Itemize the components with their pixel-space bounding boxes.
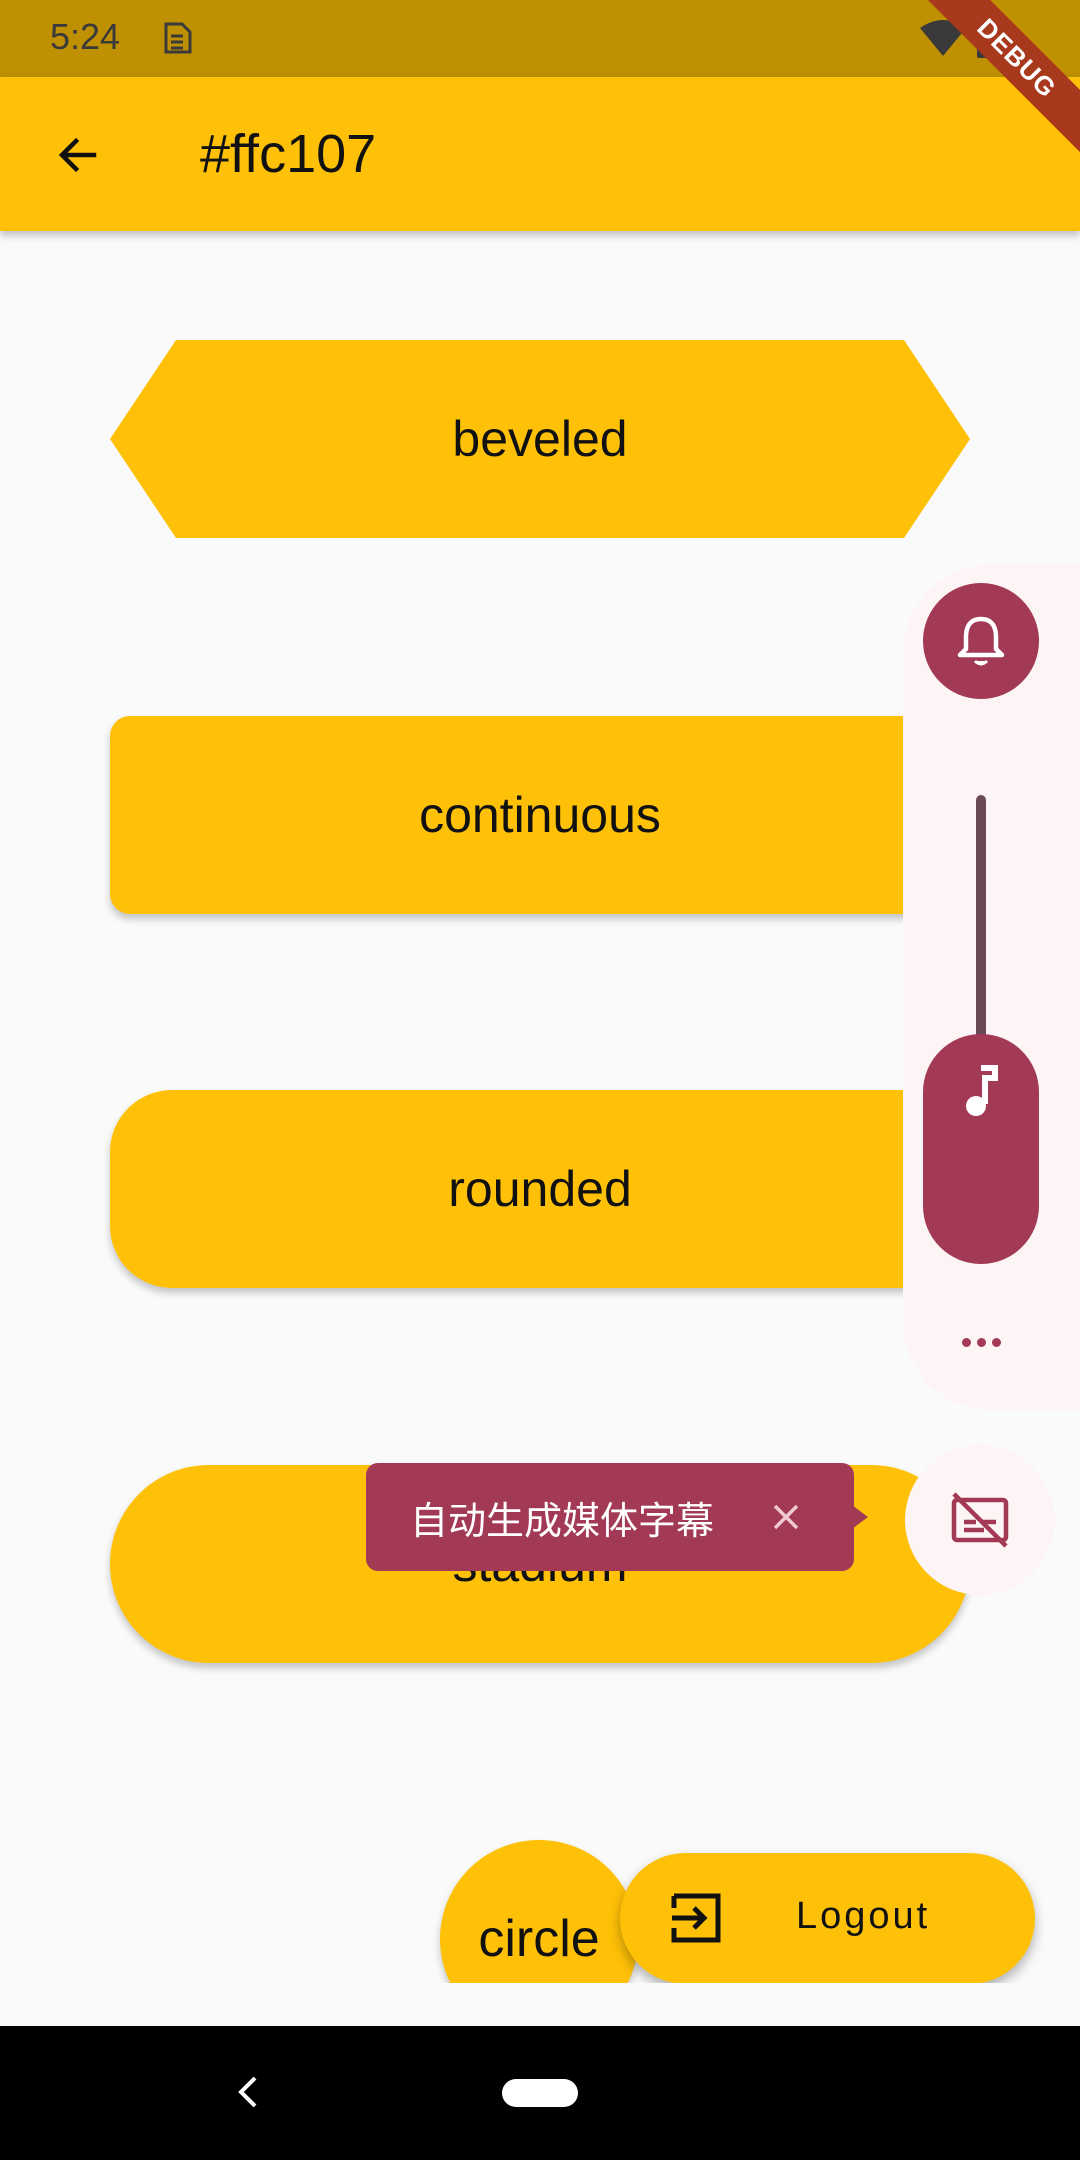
logout-icon: [671, 1893, 721, 1943]
status-bar: 5:24: [0, 0, 1080, 77]
more-horiz-icon[interactable]: [950, 1320, 1012, 1364]
music-note-icon: [966, 1065, 998, 1116]
navigation-bar: [0, 2026, 1080, 2160]
circle-button-label: circle: [478, 1910, 600, 1968]
captions-off-icon: [951, 1492, 1009, 1548]
captions-tooltip: 自动生成媒体字幕: [366, 1463, 868, 1571]
status-time: 5:24: [50, 16, 121, 57]
volume-track[interactable]: [976, 795, 986, 1065]
ringer-button[interactable]: [923, 583, 1039, 699]
tooltip-arrow: [852, 1505, 868, 1529]
chevron-left-icon: [238, 2076, 257, 2108]
bell-icon: [957, 616, 1005, 666]
captions-button[interactable]: [905, 1445, 1055, 1595]
nav-back-button[interactable]: [222, 2064, 272, 2120]
logout-button[interactable]: Logout: [620, 1853, 1035, 1983]
sim-card-icon: [164, 22, 192, 54]
tooltip-text: 自动生成媒体字幕: [410, 1498, 715, 1543]
page-title: #ffc107: [200, 124, 377, 184]
back-button[interactable]: [40, 117, 116, 193]
close-icon[interactable]: [762, 1493, 810, 1541]
logout-label: Logout: [796, 1895, 931, 1937]
circle-button[interactable]: circle: [440, 1840, 638, 1983]
nav-home-button[interactable]: [502, 2079, 578, 2107]
volume-slider-thumb[interactable]: [923, 1034, 1039, 1264]
arrow-back-icon: [58, 137, 97, 173]
app-bar: #ffc107: [0, 77, 1080, 231]
